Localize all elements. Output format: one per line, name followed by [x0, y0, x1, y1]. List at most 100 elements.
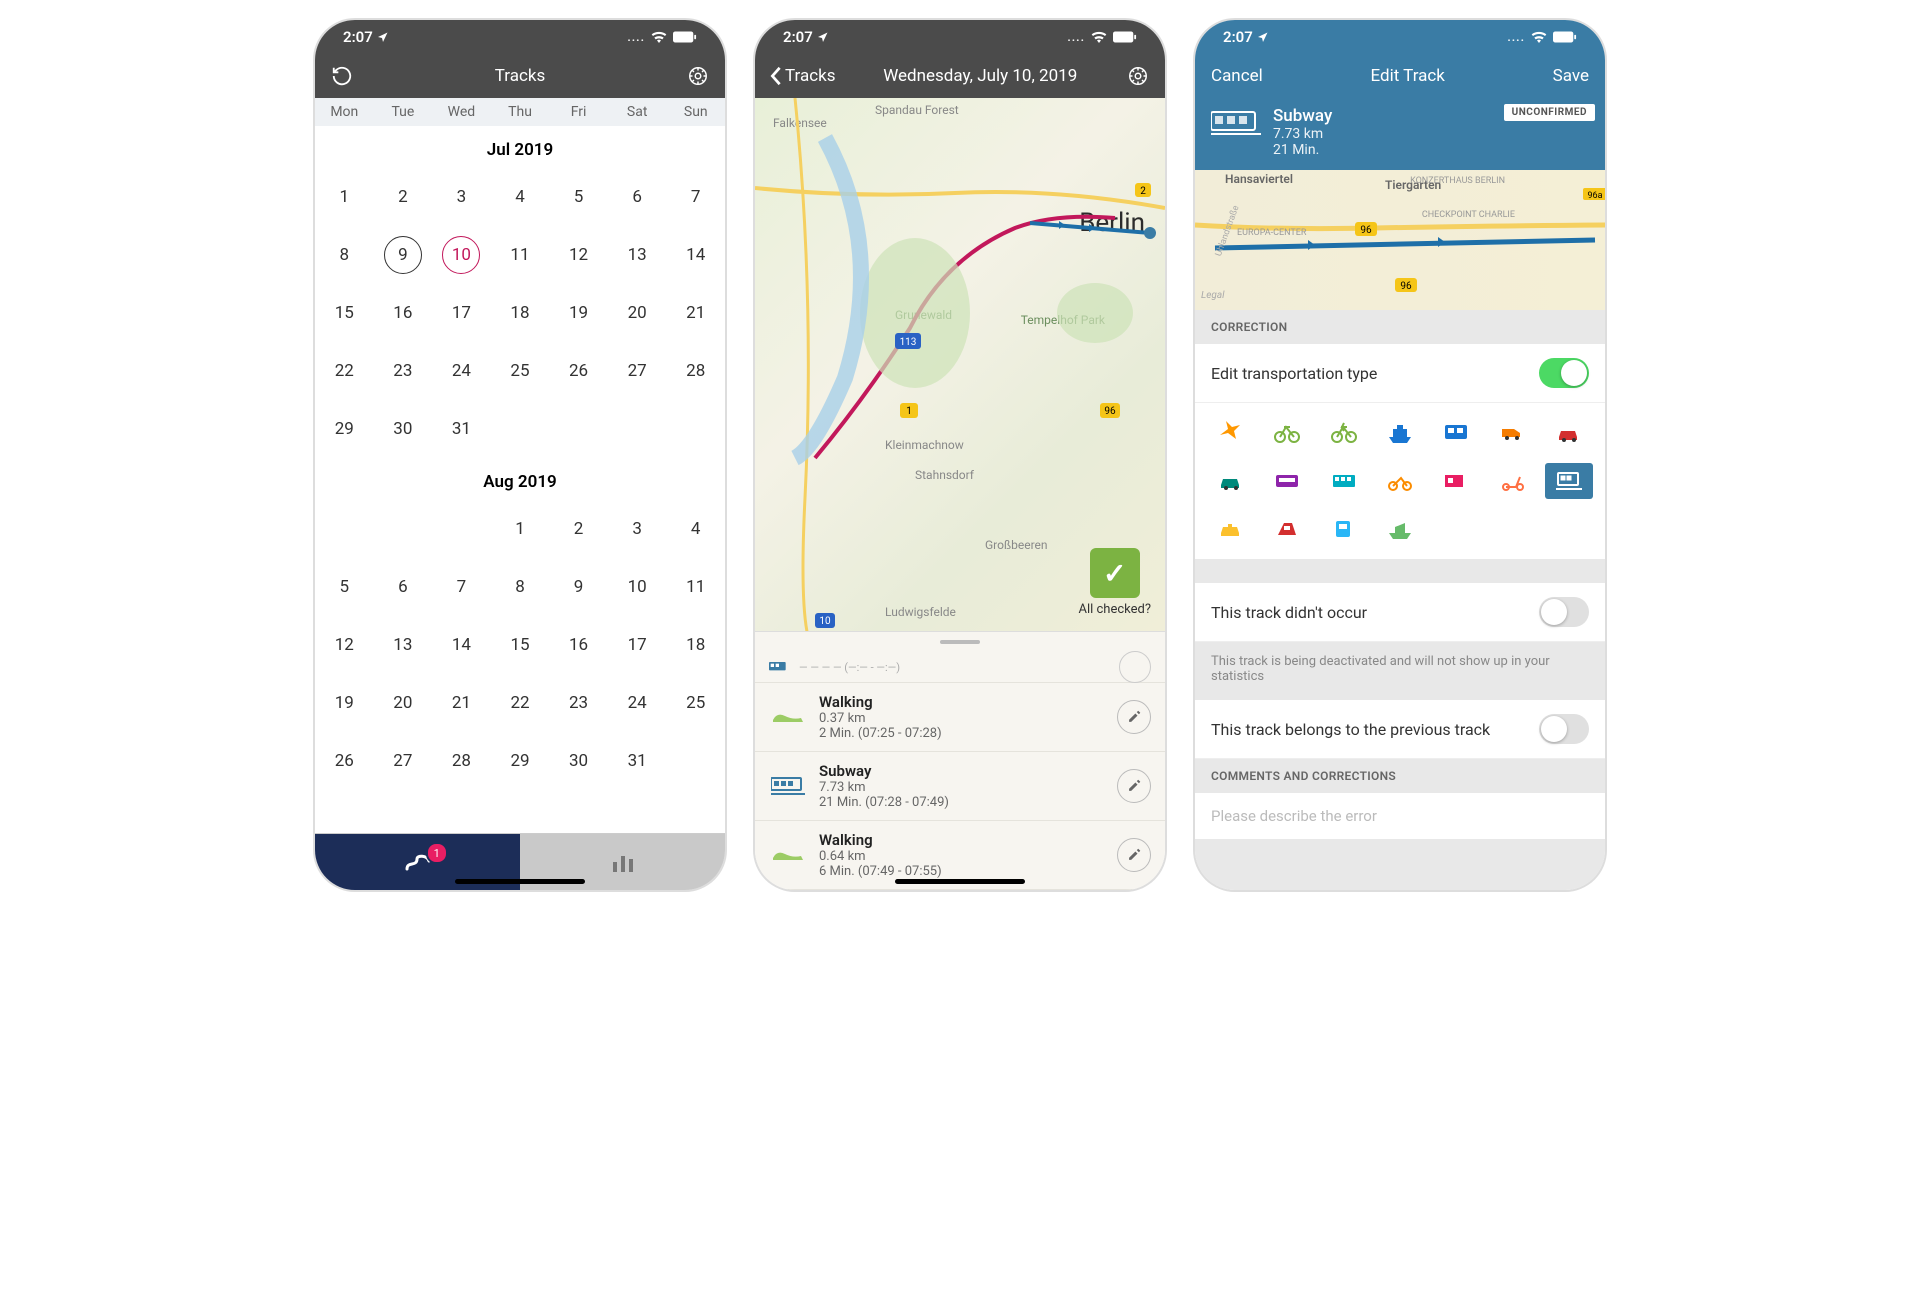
calendar-day[interactable]: 8 — [315, 226, 374, 284]
track-row[interactable]: Subway7.73 km21 Min. (07:28 - 07:49) — [755, 752, 1165, 821]
transport-ship[interactable] — [1376, 415, 1424, 451]
back-button[interactable]: Tracks — [769, 66, 836, 86]
transport-ebike[interactable] — [1320, 415, 1368, 451]
calendar-day[interactable]: 23 — [374, 342, 433, 400]
calendar-day[interactable]: 23 — [549, 674, 608, 732]
calendar-day[interactable]: 19 — [549, 284, 608, 342]
calendar-day[interactable]: 2 — [374, 168, 433, 226]
transport-coach[interactable] — [1320, 463, 1368, 499]
transport-rv[interactable] — [1432, 463, 1480, 499]
transport-car2[interactable] — [1207, 463, 1255, 499]
calendar-day[interactable]: 6 — [374, 558, 433, 616]
home-indicator[interactable] — [455, 879, 585, 884]
calendar-day[interactable]: 30 — [374, 400, 433, 458]
calendar-day[interactable]: 11 — [666, 558, 725, 616]
calendar-day[interactable]: 18 — [666, 616, 725, 674]
transport-bike[interactable] — [1263, 415, 1311, 451]
calendar-day[interactable]: 29 — [491, 732, 550, 790]
calendar-day[interactable]: 3 — [432, 168, 491, 226]
transport-plane[interactable] — [1207, 415, 1255, 451]
calendar-day[interactable]: 1 — [315, 168, 374, 226]
calendar-day[interactable]: 29 — [315, 400, 374, 458]
calendar-day[interactable]: 13 — [374, 616, 433, 674]
settings-button[interactable] — [685, 63, 711, 89]
transport-car[interactable] — [1545, 415, 1593, 451]
calendar-day[interactable]: 17 — [608, 616, 667, 674]
calendar-day[interactable]: 20 — [374, 674, 433, 732]
calendar-day[interactable]: 5 — [549, 168, 608, 226]
calendar-scroll[interactable]: Jul 2019 1234567891011121314151617181920… — [315, 126, 725, 833]
calendar-day[interactable]: 27 — [608, 342, 667, 400]
transport-train[interactable] — [1263, 511, 1311, 547]
calendar-day[interactable]: 31 — [608, 732, 667, 790]
calendar-day[interactable]: 1 — [491, 500, 550, 558]
calendar-day[interactable]: 9 — [549, 558, 608, 616]
calendar-day[interactable]: 11 — [491, 226, 550, 284]
calendar-day[interactable]: 7 — [666, 168, 725, 226]
error-description-input[interactable]: Please describe the error — [1195, 793, 1605, 839]
calendar-day[interactable]: 22 — [315, 342, 374, 400]
calendar-day[interactable]: 22 — [491, 674, 550, 732]
calendar-day[interactable]: 18 — [491, 284, 550, 342]
calendar-day[interactable]: 25 — [491, 342, 550, 400]
calendar-day[interactable]: 30 — [549, 732, 608, 790]
calendar-day[interactable]: 2 — [549, 500, 608, 558]
calendar-day[interactable]: 14 — [432, 616, 491, 674]
calendar-day[interactable]: 26 — [315, 732, 374, 790]
calendar-day[interactable]: 28 — [432, 732, 491, 790]
transport-taxi[interactable] — [1207, 511, 1255, 547]
calendar-day[interactable]: 25 — [666, 674, 725, 732]
edit-button[interactable] — [1117, 838, 1151, 872]
sheet-grabber[interactable] — [940, 640, 980, 644]
transport-boat[interactable] — [1376, 511, 1424, 547]
all-checked-button[interactable]: ✓ All checked? — [1078, 548, 1151, 617]
transport-scooter[interactable] — [1488, 463, 1536, 499]
transport-bus2[interactable] — [1263, 463, 1311, 499]
settings-button[interactable] — [1125, 63, 1151, 89]
calendar-day[interactable]: 26 — [549, 342, 608, 400]
transport-van[interactable] — [1488, 415, 1536, 451]
calendar-day[interactable]: 21 — [666, 284, 725, 342]
cancel-button[interactable]: Cancel — [1211, 66, 1263, 86]
calendar-day[interactable]: 28 — [666, 342, 725, 400]
calendar-day[interactable]: 20 — [608, 284, 667, 342]
calendar-day[interactable]: 10 — [432, 226, 491, 284]
track-row-partial[interactable]: — — — — (—:— - —:—) — [755, 652, 1165, 683]
calendar-day[interactable]: 14 — [666, 226, 725, 284]
map-view[interactable]: Berlin Falkensee Spandau Forest Grunewal… — [755, 98, 1165, 631]
calendar-day[interactable]: 24 — [432, 342, 491, 400]
tracks-sheet[interactable]: — — — — (—:— - —:—) Walking0.37 km2 Min.… — [755, 631, 1165, 890]
map-view[interactable]: 96 96 96a Hansaviertel Tiergarten KONZER… — [1195, 170, 1605, 310]
calendar-day[interactable]: 5 — [315, 558, 374, 616]
calendar-day[interactable]: 7 — [432, 558, 491, 616]
home-indicator[interactable] — [895, 879, 1025, 884]
calendar-day[interactable]: 6 — [608, 168, 667, 226]
calendar-day[interactable]: 16 — [549, 616, 608, 674]
edit-type-toggle[interactable] — [1539, 358, 1589, 388]
belongs-prev-toggle[interactable] — [1539, 714, 1589, 744]
calendar-day[interactable]: 17 — [432, 284, 491, 342]
transport-subway[interactable] — [1545, 463, 1593, 499]
edit-button[interactable] — [1117, 700, 1151, 734]
calendar-day[interactable]: 27 — [374, 732, 433, 790]
calendar-day[interactable]: 31 — [432, 400, 491, 458]
calendar-day[interactable]: 24 — [608, 674, 667, 732]
calendar-day[interactable]: 16 — [374, 284, 433, 342]
calendar-day[interactable]: 3 — [608, 500, 667, 558]
calendar-day[interactable]: 15 — [491, 616, 550, 674]
edit-button[interactable] — [1117, 769, 1151, 803]
calendar-day[interactable]: 4 — [666, 500, 725, 558]
calendar-day[interactable]: 19 — [315, 674, 374, 732]
calendar-day[interactable]: 10 — [608, 558, 667, 616]
didnt-occur-toggle[interactable] — [1539, 597, 1589, 627]
refresh-button[interactable] — [329, 63, 355, 89]
calendar-day[interactable]: 9 — [374, 226, 433, 284]
calendar-day[interactable]: 12 — [315, 616, 374, 674]
calendar-day[interactable]: 8 — [491, 558, 550, 616]
transport-tram[interactable] — [1320, 511, 1368, 547]
calendar-day[interactable]: 4 — [491, 168, 550, 226]
track-row[interactable]: Walking0.37 km2 Min. (07:25 - 07:28) — [755, 683, 1165, 752]
transport-bus[interactable] — [1432, 415, 1480, 451]
calendar-day[interactable]: 12 — [549, 226, 608, 284]
transport-moto[interactable] — [1376, 463, 1424, 499]
